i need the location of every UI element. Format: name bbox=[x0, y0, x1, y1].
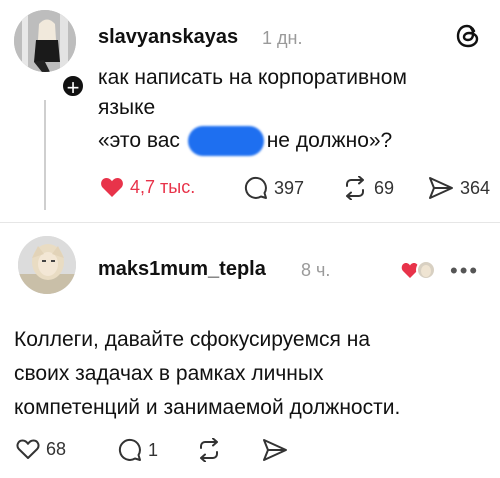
share-button[interactable] bbox=[262, 438, 288, 462]
repost-button[interactable]: 69 bbox=[342, 176, 394, 200]
share-count: 364 bbox=[460, 177, 491, 198]
share-button[interactable]: 364 bbox=[428, 176, 490, 200]
comment-button[interactable]: 1 bbox=[118, 438, 158, 462]
heart-filled-icon bbox=[401, 263, 419, 278]
comment-bubble-icon bbox=[118, 438, 141, 461]
post-author-username[interactable]: maks1mum_tepla bbox=[98, 258, 266, 281]
comment-count: 1 bbox=[148, 439, 159, 460]
post-timestamp: 1 дн. bbox=[262, 28, 303, 48]
post-text-line: Коллеги, давайте сфокусируемся на bbox=[14, 328, 371, 351]
author-liked-indicator bbox=[400, 258, 436, 282]
thread-connector-line bbox=[44, 100, 46, 210]
share-send-icon bbox=[429, 177, 453, 199]
comment-bubble-icon bbox=[244, 176, 267, 199]
threads-logo-icon[interactable] bbox=[454, 22, 482, 50]
post-author-username[interactable]: slavyanskayas bbox=[98, 26, 238, 49]
avatar[interactable] bbox=[14, 10, 76, 72]
like-count: 68 bbox=[46, 438, 67, 459]
like-button[interactable]: 4,7 тыс. bbox=[100, 176, 195, 198]
heart-filled-icon bbox=[101, 178, 123, 197]
post-text-line: своих задачах в рамках личных bbox=[14, 362, 324, 385]
post-text-fragment: ь не должно»? bbox=[249, 129, 393, 152]
repost-icon bbox=[200, 438, 218, 462]
repost-count: 69 bbox=[374, 177, 395, 198]
redaction-scribble bbox=[188, 126, 264, 156]
post-divider bbox=[0, 222, 500, 223]
like-button[interactable]: 68 bbox=[16, 438, 66, 460]
more-options-icon[interactable]: ••• bbox=[450, 258, 479, 284]
comment-button[interactable]: 397 bbox=[244, 176, 304, 200]
repost-icon bbox=[346, 176, 364, 200]
post-text-line: как написать на корпоративном bbox=[98, 66, 407, 89]
repost-button[interactable] bbox=[196, 438, 222, 462]
share-send-icon bbox=[263, 439, 287, 461]
post-text-fragment: «это вас bbox=[98, 129, 180, 152]
comment-count: 397 bbox=[274, 177, 305, 198]
heart-outline-icon bbox=[16, 439, 40, 459]
post-text-line: компетенций и занимаемой должности. bbox=[14, 396, 401, 419]
like-count: 4,7 тыс. bbox=[130, 176, 196, 197]
post-text-line: языке bbox=[98, 96, 156, 119]
avatar[interactable] bbox=[18, 236, 76, 294]
follow-plus-button[interactable]: + bbox=[60, 73, 86, 100]
post-timestamp: 8 ч. bbox=[301, 260, 331, 280]
